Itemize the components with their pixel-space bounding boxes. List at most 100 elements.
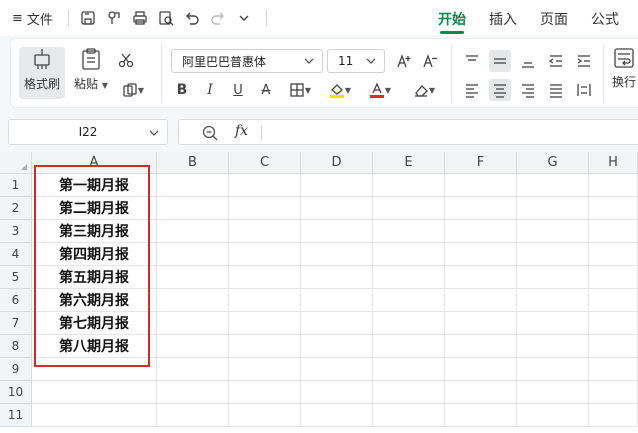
cell-c4[interactable]: [229, 243, 301, 266]
cell-e4[interactable]: [373, 243, 445, 266]
justify-icon[interactable]: [545, 79, 567, 101]
cell-g7[interactable]: [517, 312, 589, 335]
cell-h1[interactable]: [589, 174, 638, 197]
column-header-h[interactable]: H: [589, 152, 638, 174]
row-header-8[interactable]: 8: [0, 335, 32, 358]
cell-a8[interactable]: 第八期月报: [32, 335, 157, 358]
cell-d8[interactable]: [301, 335, 373, 358]
cell-d6[interactable]: [301, 289, 373, 312]
cell-c1[interactable]: [229, 174, 301, 197]
cell-g2[interactable]: [517, 197, 589, 220]
cell-b8[interactable]: [157, 335, 229, 358]
cell-h7[interactable]: [589, 312, 638, 335]
cell-f4[interactable]: [445, 243, 517, 266]
font-family-dropdown[interactable]: 阿里巴巴普惠体: [171, 49, 323, 73]
cell-c11[interactable]: [229, 404, 301, 427]
paste-button[interactable]: 粘贴 ▼: [71, 47, 111, 99]
tab-insert[interactable]: 插入: [489, 9, 517, 29]
zoom-out-icon[interactable]: [201, 124, 219, 142]
cell-d11[interactable]: [301, 404, 373, 427]
cell-e2[interactable]: [373, 197, 445, 220]
row-header-5[interactable]: 5: [0, 266, 32, 289]
cell-h9[interactable]: [589, 358, 638, 381]
cell-f7[interactable]: [445, 312, 517, 335]
row-header-7[interactable]: 7: [0, 312, 32, 335]
align-middle-icon[interactable]: [489, 50, 511, 72]
font-color-button[interactable]: ▼: [363, 79, 397, 101]
column-header-f[interactable]: F: [445, 152, 517, 174]
row-header-3[interactable]: 3: [0, 220, 32, 243]
row-header-10[interactable]: 10: [0, 381, 32, 404]
cell-h11[interactable]: [589, 404, 638, 427]
increase-indent-icon[interactable]: [573, 50, 595, 72]
cell-b1[interactable]: [157, 174, 229, 197]
increase-font-size-icon[interactable]: [393, 50, 415, 72]
cell-g11[interactable]: [517, 404, 589, 427]
cell-b5[interactable]: [157, 266, 229, 289]
tab-formula[interactable]: 公式: [591, 9, 619, 29]
cell-e8[interactable]: [373, 335, 445, 358]
cell-g5[interactable]: [517, 266, 589, 289]
file-menu-button[interactable]: ≡ 文件: [12, 8, 53, 28]
distributed-align-icon[interactable]: [573, 79, 595, 101]
row-header-11[interactable]: 11: [0, 404, 32, 427]
align-top-icon[interactable]: [461, 50, 483, 72]
cell-b3[interactable]: [157, 220, 229, 243]
format-painter-button[interactable]: 格式刷: [19, 47, 65, 99]
row-header-2[interactable]: 2: [0, 197, 32, 220]
cell-f8[interactable]: [445, 335, 517, 358]
column-header-e[interactable]: E: [373, 152, 445, 174]
cell-f10[interactable]: [445, 381, 517, 404]
row-header-1[interactable]: 1: [0, 174, 32, 197]
font-size-dropdown[interactable]: 11: [327, 49, 385, 73]
decrease-indent-icon[interactable]: [545, 50, 567, 72]
column-header-b[interactable]: B: [157, 152, 229, 174]
row-header-6[interactable]: 6: [0, 289, 32, 312]
row-header-4[interactable]: 4: [0, 243, 32, 266]
cell-h4[interactable]: [589, 243, 638, 266]
cell-h2[interactable]: [589, 197, 638, 220]
clear-format-button[interactable]: ▼: [407, 79, 441, 101]
column-header-g[interactable]: G: [517, 152, 589, 174]
cell-e10[interactable]: [373, 381, 445, 404]
cell-f5[interactable]: [445, 266, 517, 289]
fill-color-button[interactable]: ▼: [323, 79, 357, 101]
align-right-icon[interactable]: [517, 79, 539, 101]
cell-a9[interactable]: [32, 358, 157, 381]
cell-a11[interactable]: [32, 404, 157, 427]
name-box[interactable]: I22: [8, 119, 168, 145]
cell-b7[interactable]: [157, 312, 229, 335]
print-preview-icon[interactable]: [156, 8, 176, 28]
cell-c6[interactable]: [229, 289, 301, 312]
underline-icon[interactable]: U: [227, 79, 249, 101]
cell-f9[interactable]: [445, 358, 517, 381]
cell-f6[interactable]: [445, 289, 517, 312]
cell-a3[interactable]: 第三期月报: [32, 220, 157, 243]
cell-d3[interactable]: [301, 220, 373, 243]
cell-a7[interactable]: 第七期月报: [32, 312, 157, 335]
print-icon[interactable]: [130, 8, 150, 28]
column-header-d[interactable]: D: [301, 152, 373, 174]
cell-a2[interactable]: 第二期月报: [32, 197, 157, 220]
cell-e3[interactable]: [373, 220, 445, 243]
cell-e7[interactable]: [373, 312, 445, 335]
cell-h3[interactable]: [589, 220, 638, 243]
cell-c3[interactable]: [229, 220, 301, 243]
cell-b11[interactable]: [157, 404, 229, 427]
tab-home[interactable]: 开始: [438, 9, 466, 29]
cell-a1[interactable]: 第一期月报: [32, 174, 157, 197]
column-header-a[interactable]: A: [32, 152, 157, 174]
cell-g9[interactable]: [517, 358, 589, 381]
cell-b6[interactable]: [157, 289, 229, 312]
cell-d2[interactable]: [301, 197, 373, 220]
column-header-c[interactable]: C: [229, 152, 301, 174]
formula-input[interactable]: fx: [178, 119, 638, 145]
copy-button[interactable]: ▼: [115, 79, 151, 101]
cell-h10[interactable]: [589, 381, 638, 404]
wrap-text-button[interactable]: 换行: [607, 47, 638, 99]
cell-d4[interactable]: [301, 243, 373, 266]
cell-d9[interactable]: [301, 358, 373, 381]
align-bottom-icon[interactable]: [517, 50, 539, 72]
insert-function-icon[interactable]: fx: [235, 123, 248, 139]
cell-g8[interactable]: [517, 335, 589, 358]
